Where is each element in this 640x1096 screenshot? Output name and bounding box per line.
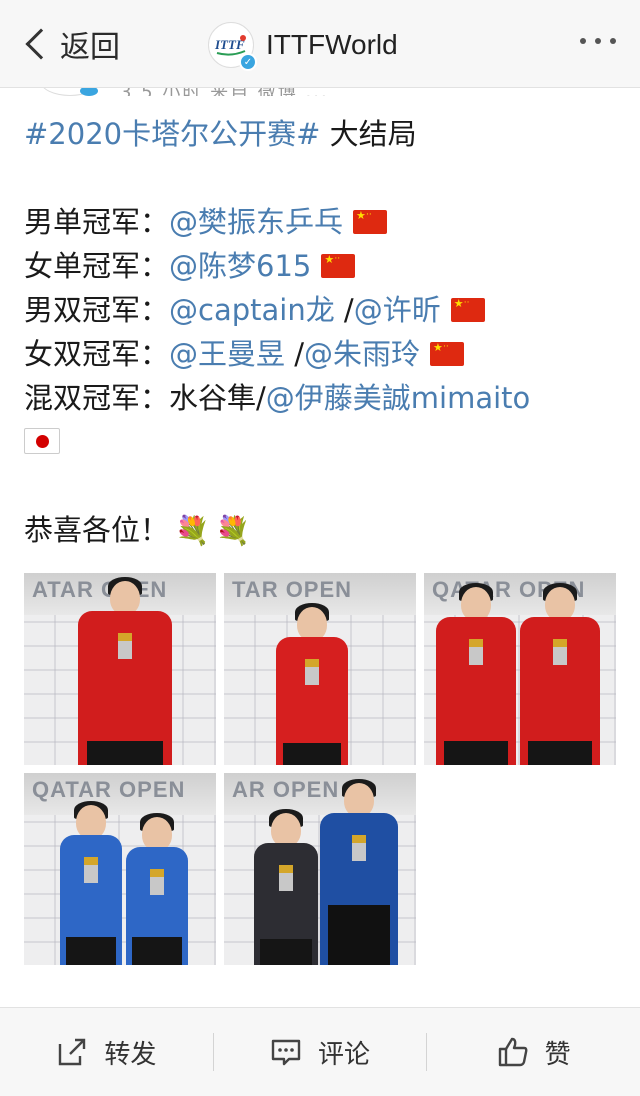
- user-mention-link[interactable]: @樊振东乒乓: [169, 205, 343, 239]
- more-options-icon[interactable]: [580, 38, 616, 44]
- comment-label: 评论: [318, 1039, 371, 1070]
- photo-men-doubles[interactable]: QATAR OPEN: [424, 573, 616, 765]
- like-button[interactable]: 赞: [427, 1008, 640, 1096]
- post-headline: #2020卡塔尔公开赛# 大结局: [24, 112, 624, 156]
- repost-label: 转发: [104, 1039, 157, 1070]
- topic-hashtag-link[interactable]: #2020卡塔尔公开赛#: [24, 117, 320, 151]
- back-button[interactable]: 返回: [20, 22, 120, 66]
- closing-line: 恭喜各位！ 💐 💐: [24, 508, 624, 553]
- closing-text: 恭喜各位！: [24, 513, 170, 547]
- user-mention-link[interactable]: @朱雨玲: [304, 337, 420, 371]
- winner-label: 混双冠军：: [24, 381, 170, 415]
- thumbs-up-icon: [498, 1037, 528, 1067]
- player-figure: [276, 603, 348, 765]
- japan-flag-icon: [24, 428, 60, 454]
- verified-badge-icon: [80, 88, 98, 96]
- user-mention-link[interactable]: @王曼昱: [169, 337, 285, 371]
- china-flag-icon: [353, 209, 388, 234]
- winner-line-men-doubles: 男双冠军：@captain龙 /@许昕: [24, 288, 624, 332]
- bouquet-icon: 💐: [215, 514, 251, 547]
- china-flag-icon: [450, 297, 485, 322]
- winner-line-men-singles: 男单冠军：@樊振东乒乓: [24, 200, 624, 244]
- repost-button[interactable]: 转发: [0, 1008, 213, 1096]
- separator-text: /: [285, 337, 305, 371]
- winner-label: 女双冠军：: [24, 337, 170, 371]
- comment-icon: [271, 1039, 301, 1066]
- winner-label: 女单冠军：: [24, 249, 170, 283]
- headline-text: 大结局: [320, 117, 417, 151]
- player-figure: [254, 809, 318, 965]
- action-toolbar: 转发 评论 赞: [0, 1007, 640, 1096]
- winner-line-women-doubles: 女双冠军：@王曼昱 /@朱雨玲: [24, 332, 624, 376]
- photo-women-doubles[interactable]: QATAR OPEN: [24, 773, 216, 965]
- user-mention-link[interactable]: @伊藤美誠mimaito: [266, 381, 531, 415]
- comment-button[interactable]: 评论: [214, 1008, 427, 1096]
- page-title: ITTFWorld: [266, 29, 398, 60]
- photo-men-singles[interactable]: ATAR OPEN: [24, 573, 216, 765]
- user-mention-link[interactable]: @陈梦615: [169, 249, 311, 283]
- winner-line-women-singles: 女单冠军：@陈梦615: [24, 244, 624, 288]
- photo-mixed-doubles[interactable]: AR OPEN: [224, 773, 416, 965]
- player-name-text: 水谷隼/: [169, 381, 266, 415]
- user-mention-link[interactable]: @许昕: [354, 293, 441, 327]
- winner-label: 男单冠军：: [24, 205, 170, 239]
- post-meta-text: 3 5 小时 来自 微博 ...: [120, 88, 329, 96]
- photo-women-singles[interactable]: TAR OPEN: [224, 573, 416, 765]
- nav-bar: 返回 ITTF ✓ ITTFWorld: [0, 0, 640, 88]
- china-flag-icon: [430, 341, 465, 366]
- user-mention-link[interactable]: @captain龙: [169, 293, 335, 327]
- verified-badge-icon: ✓: [239, 53, 257, 71]
- player-figure: [320, 779, 398, 965]
- player-figure: [78, 577, 172, 765]
- chevron-left-icon: [25, 28, 57, 60]
- separator-text: /: [334, 293, 354, 327]
- winner-label: 男双冠军：: [24, 293, 170, 327]
- like-label: 赞: [544, 1039, 571, 1070]
- china-flag-icon: [321, 253, 356, 278]
- player-figure: [60, 801, 122, 965]
- account-header[interactable]: ITTF ✓ ITTFWorld: [208, 20, 398, 71]
- winner-line-mixed-doubles: 混双冠军：水谷隼/@伊藤美誠mimaito: [24, 376, 624, 420]
- post-body: #2020卡塔尔公开赛# 大结局 男单冠军：@樊振东乒乓 女单冠军：@陈梦615…: [24, 112, 624, 553]
- avatar[interactable]: ITTF ✓: [208, 22, 257, 71]
- player-figure: [126, 813, 188, 965]
- player-figure: [436, 583, 516, 765]
- repost-icon: [59, 1038, 86, 1066]
- player-figure: [520, 583, 600, 765]
- post-meta-cutoff: 3 5 小时 来自 微博 ...: [40, 88, 400, 96]
- flag-line: [24, 420, 624, 464]
- bouquet-icon: 💐: [175, 514, 210, 547]
- back-label: 返回: [60, 30, 120, 65]
